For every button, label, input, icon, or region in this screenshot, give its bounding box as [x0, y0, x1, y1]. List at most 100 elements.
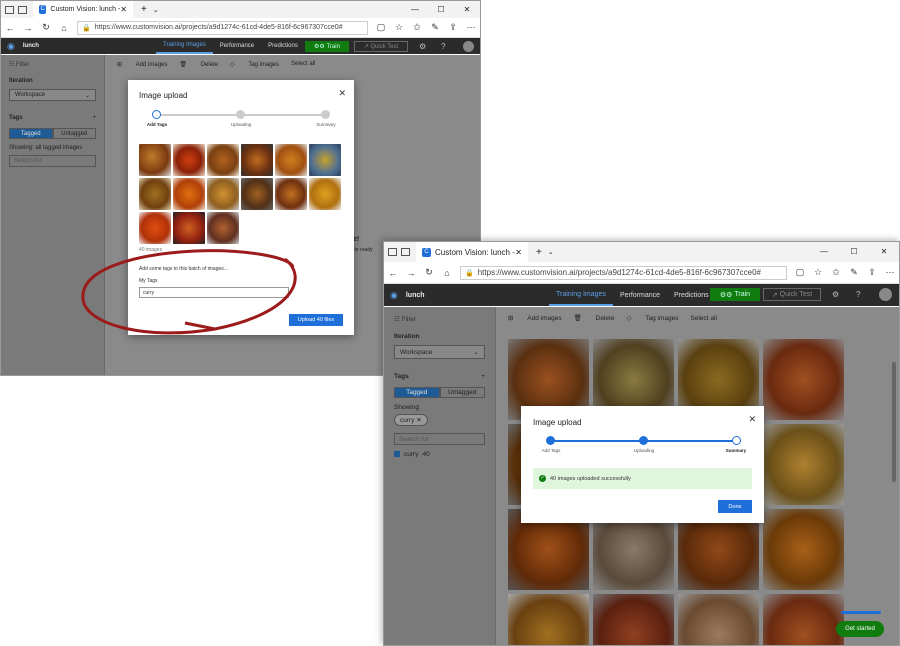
image-tile[interactable]: [508, 594, 589, 645]
url-field[interactable]: 🔒 https://www.customvision.ai/projects/a…: [77, 20, 368, 35]
pen-icon[interactable]: ✎: [845, 267, 863, 278]
close-icon[interactable]: ✕: [416, 417, 421, 424]
add-tag-icon[interactable]: +: [481, 373, 485, 380]
done-button[interactable]: Done: [718, 500, 752, 513]
share-icon[interactable]: ⇪: [863, 267, 881, 278]
train-button[interactable]: ⚙⚙ Train: [710, 288, 760, 301]
untagged-button[interactable]: Untagged: [52, 128, 96, 139]
untagged-button[interactable]: Untagged: [439, 387, 485, 398]
tab-training-images[interactable]: Training Images: [549, 284, 613, 306]
add-tag-icon[interactable]: +: [92, 115, 96, 121]
new-tab-icon[interactable]: +: [536, 247, 542, 258]
pen-icon[interactable]: ✎: [426, 22, 444, 33]
reading-view-icon[interactable]: ▢: [791, 267, 809, 278]
back-icon[interactable]: ←: [384, 268, 402, 278]
close-icon[interactable]: ✕: [338, 88, 346, 99]
avatar[interactable]: [463, 41, 474, 52]
close-window-icon[interactable]: ✕: [454, 1, 480, 18]
tag-input[interactable]: curry: [139, 287, 289, 298]
minimize-icon[interactable]: —: [809, 242, 839, 262]
maximize-icon[interactable]: ☐: [839, 242, 869, 262]
checkbox-icon[interactable]: [394, 451, 400, 457]
add-images-button[interactable]: ⊞ Add images: [117, 61, 167, 68]
close-window-icon[interactable]: ✕: [869, 242, 899, 262]
tabs-aside-icon[interactable]: [401, 248, 410, 256]
tagged-button[interactable]: Tagged: [9, 128, 53, 139]
select-all-button[interactable]: Select all: [691, 315, 717, 322]
tag-list-item[interactable]: curry 40: [394, 451, 485, 458]
eye-logo-icon[interactable]: ◉: [390, 290, 398, 301]
home-icon[interactable]: ⌂: [438, 268, 456, 278]
project-name[interactable]: lunch: [23, 43, 39, 49]
help-icon[interactable]: ?: [856, 290, 860, 299]
tagged-button[interactable]: Tagged: [394, 387, 440, 398]
minimize-icon[interactable]: —: [402, 1, 428, 18]
tab-actions-icon[interactable]: [388, 248, 397, 256]
refresh-icon[interactable]: ↻: [37, 22, 55, 33]
gear-icon[interactable]: ⚙: [419, 42, 426, 51]
tabs-aside-icon[interactable]: [18, 5, 27, 14]
forward-icon[interactable]: →: [19, 23, 37, 33]
browser-tab[interactable]: C Custom Vision: lunch - ✕: [416, 242, 528, 262]
close-tab-icon[interactable]: ✕: [120, 5, 127, 14]
train-button[interactable]: ⚙⚙ Train: [305, 41, 349, 52]
image-tile[interactable]: [763, 424, 844, 505]
favorites-icon[interactable]: ✩: [827, 267, 845, 278]
add-images-button[interactable]: ⊞ Add images: [508, 314, 562, 322]
get-started-button[interactable]: Get started: [836, 621, 884, 637]
tab-training-images[interactable]: Training Images: [156, 38, 213, 54]
filter-chip[interactable]: curry ✕: [394, 414, 428, 426]
tab-actions-icon[interactable]: [5, 5, 14, 14]
image-tile[interactable]: [763, 594, 844, 645]
favorite-star-icon[interactable]: ☆: [809, 267, 827, 278]
search-input[interactable]: Search for: [394, 433, 485, 445]
tab-performance[interactable]: Performance: [613, 284, 667, 306]
chevron-down-icon[interactable]: ⌄: [153, 6, 159, 14]
tab-performance[interactable]: Performance: [213, 38, 261, 54]
tag-images-button[interactable]: ◇ Tag images: [230, 61, 279, 68]
refresh-icon[interactable]: ↻: [420, 267, 438, 278]
maximize-icon[interactable]: ☐: [428, 1, 454, 18]
search-input[interactable]: Search for: [9, 155, 96, 167]
tab-predictions[interactable]: Predictions: [261, 38, 305, 54]
scrollbar[interactable]: [892, 362, 896, 482]
iteration-dropdown[interactable]: Workspace ⌄: [9, 89, 96, 101]
image-tile[interactable]: [593, 594, 674, 645]
quick-test-button[interactable]: ↗ Quick Test: [354, 41, 408, 52]
more-icon[interactable]: ⋯: [881, 267, 899, 278]
gear-icon[interactable]: ⚙: [832, 290, 839, 299]
tab-predictions[interactable]: Predictions: [667, 284, 716, 306]
quick-test-button[interactable]: ↗ Quick Test: [763, 288, 821, 301]
upload-files-button[interactable]: Upload 40 files: [289, 314, 343, 326]
image-tile[interactable]: [763, 509, 844, 590]
thumbnail: [309, 178, 341, 210]
eye-logo-icon[interactable]: ◉: [7, 41, 15, 52]
back-icon[interactable]: ←: [1, 23, 19, 33]
chevron-down-icon[interactable]: ⌄: [548, 248, 554, 256]
favorites-icon[interactable]: ✩: [408, 22, 426, 33]
help-icon[interactable]: ?: [441, 42, 445, 51]
more-icon[interactable]: ⋯: [462, 22, 480, 33]
favorite-star-icon[interactable]: ☆: [390, 22, 408, 33]
forward-icon[interactable]: →: [402, 268, 420, 278]
reading-view-icon[interactable]: ▢: [372, 22, 390, 33]
home-icon[interactable]: ⌂: [55, 23, 73, 33]
tag-images-button[interactable]: ◇ Tag images: [626, 314, 678, 322]
url-field[interactable]: 🔒 https://www.customvision.ai/projects/a…: [460, 265, 787, 280]
quick-test-icon: ↗: [771, 291, 780, 299]
delete-button[interactable]: 🗑 Delete: [574, 314, 615, 322]
select-all-button[interactable]: Select all: [291, 61, 315, 67]
browser-tab[interactable]: C Custom Vision: lunch - ✕: [33, 1, 133, 18]
delete-button[interactable]: 🗑 Delete: [179, 61, 218, 68]
project-name[interactable]: lunch: [406, 292, 425, 299]
iteration-dropdown[interactable]: Workspace ⌄: [394, 345, 485, 359]
avatar[interactable]: [879, 288, 892, 301]
close-tab-icon[interactable]: ✕: [515, 248, 522, 257]
filter-button[interactable]: ☷ Filter: [394, 315, 485, 323]
image-tile[interactable]: [678, 594, 759, 645]
filter-button[interactable]: ☷ Filter: [9, 61, 96, 68]
image-tile[interactable]: [763, 339, 844, 420]
share-icon[interactable]: ⇪: [444, 22, 462, 33]
new-tab-icon[interactable]: +: [141, 4, 147, 15]
close-icon[interactable]: ✕: [748, 414, 756, 425]
